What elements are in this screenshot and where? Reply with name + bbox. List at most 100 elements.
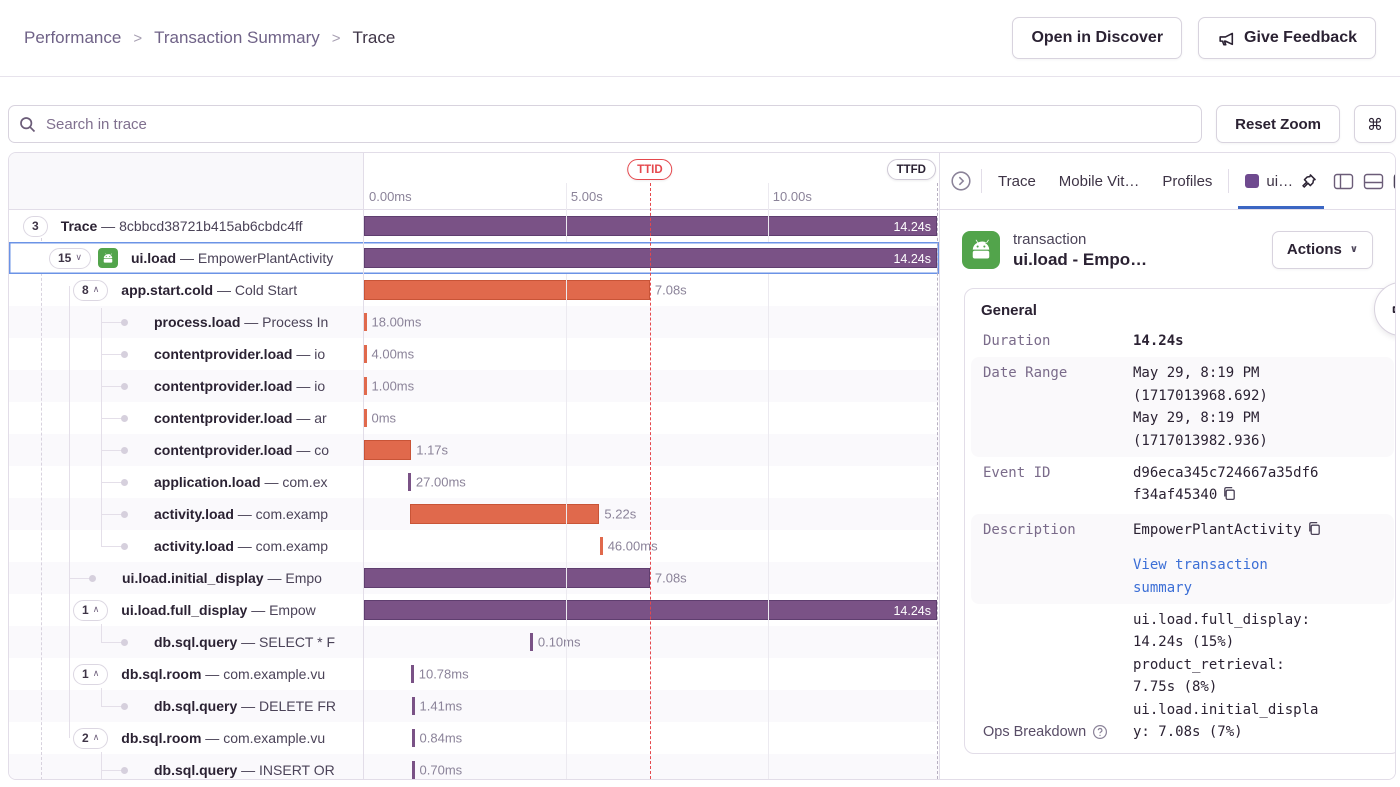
span-tree-cell[interactable]: db.sql.query — DELETE FR (9, 690, 364, 722)
help-icon[interactable] (1092, 724, 1108, 740)
child-count-badge[interactable]: 1∧ (73, 664, 108, 685)
span-timeline-cell[interactable]: 14.24s (364, 210, 939, 242)
span-bar-tick[interactable] (364, 345, 367, 363)
span-tree-cell[interactable]: contentprovider.load — io (9, 338, 364, 370)
reset-zoom-button[interactable]: Reset Zoom (1216, 105, 1340, 143)
actions-button[interactable]: Actions ∨ (1272, 231, 1373, 269)
tab-mobile-vitals[interactable]: Mobile Vit… (1052, 153, 1147, 209)
span-bar[interactable]: 14.24s (364, 600, 937, 620)
open-in-discover-button[interactable]: Open in Discover (1012, 17, 1182, 59)
span-timeline-cell[interactable]: 1.00ms (364, 370, 939, 402)
trace-row-activity-load[interactable]: activity.load — com.examp46.00ms (9, 530, 939, 562)
trace-row-ui-load[interactable]: 15∨ui.load — EmpowerPlantActivity14.24s (9, 242, 939, 274)
span-bar-tick[interactable] (364, 313, 367, 331)
span-bar[interactable]: 14.24s (364, 248, 937, 268)
span-bar[interactable] (364, 568, 650, 588)
span-bar-tick[interactable] (364, 377, 367, 395)
trace-row-db-sql-query[interactable]: db.sql.query — DELETE FR1.41ms (9, 690, 939, 722)
child-count-badge[interactable]: 2∧ (73, 728, 108, 749)
span-bar-tick[interactable] (412, 729, 415, 747)
layout-bottom-icon[interactable] (1363, 173, 1384, 190)
tab-active-span[interactable]: ui… (1238, 153, 1324, 209)
trace-row-application-load[interactable]: application.load — com.ex27.00ms (9, 466, 939, 498)
span-timeline-cell[interactable]: 4.00ms (364, 338, 939, 370)
layout-left-icon[interactable] (1333, 173, 1354, 190)
span-timeline-cell[interactable]: 14.24s (364, 242, 939, 274)
span-tree-cell[interactable]: db.sql.query — SELECT * F (9, 626, 364, 658)
trace-row-contentprovider-load[interactable]: contentprovider.load — ar0ms (9, 402, 939, 434)
search-input[interactable] (44, 115, 1191, 134)
breadcrumb-transaction-summary[interactable]: Transaction Summary (154, 28, 320, 48)
span-bar-tick[interactable] (412, 761, 415, 779)
copy-icon[interactable] (1307, 521, 1321, 543)
tab-trace[interactable]: Trace (991, 153, 1043, 209)
trace-row-db-sql-query[interactable]: db.sql.query — INSERT OR0.70ms (9, 754, 939, 779)
span-bar-tick[interactable] (364, 409, 367, 427)
span-timeline-cell[interactable]: 10.78ms (364, 658, 939, 690)
expand-panel-icon[interactable] (950, 170, 972, 192)
span-timeline-cell[interactable]: 0.84ms (364, 722, 939, 754)
give-feedback-button[interactable]: Give Feedback (1198, 17, 1376, 59)
trace-row-ui-load-full-display[interactable]: 1∧ui.load.full_display — Empow14.24s (9, 594, 939, 626)
span-bar-tick[interactable] (408, 473, 411, 491)
span-timeline-cell[interactable]: 0.10ms (364, 626, 939, 658)
trace-row-app-start-cold[interactable]: 8∧app.start.cold — Cold Start7.08s (9, 274, 939, 306)
child-count-badge[interactable]: 3 (23, 216, 48, 237)
span-tree-cell[interactable]: 2∧db.sql.room — com.example.vu (9, 722, 364, 754)
span-bar-tick[interactable] (411, 665, 414, 683)
span-tree-cell[interactable]: 1∧ui.load.full_display — Empow (9, 594, 364, 626)
trace-row-ui-load-initial-display[interactable]: ui.load.initial_display — Empo7.08s (9, 562, 939, 594)
span-tree-cell[interactable]: contentprovider.load — co (9, 434, 364, 466)
span-tree-cell[interactable]: process.load — Process In (9, 306, 364, 338)
trace-row-contentprovider-load[interactable]: contentprovider.load — io1.00ms (9, 370, 939, 402)
pin-icon[interactable] (1300, 173, 1317, 190)
span-timeline-cell[interactable]: 1.17s (364, 434, 939, 466)
breadcrumb-performance[interactable]: Performance (24, 28, 121, 48)
span-tree-cell[interactable]: activity.load — com.examp (9, 530, 364, 562)
span-timeline-cell[interactable]: 7.08s (364, 274, 939, 306)
trace-row-activity-load[interactable]: activity.load — com.examp5.22s (9, 498, 939, 530)
span-bar[interactable]: 14.24s (364, 216, 937, 236)
trace-row-db-sql-query[interactable]: db.sql.query — SELECT * F0.10ms (9, 626, 939, 658)
span-tree-cell[interactable]: 15∨ui.load — EmpowerPlantActivity (9, 242, 364, 274)
span-timeline-cell[interactable]: 14.24s (364, 594, 939, 626)
span-timeline-cell[interactable]: 0ms (364, 402, 939, 434)
span-bar-tick[interactable] (600, 537, 603, 555)
child-count-badge[interactable]: 8∧ (73, 280, 108, 301)
span-timeline-cell[interactable]: 27.00ms (364, 466, 939, 498)
span-timeline-cell[interactable]: 7.08s (364, 562, 939, 594)
trace-row-db-sql-room[interactable]: 1∧db.sql.room — com.example.vu10.78ms (9, 658, 939, 690)
span-tree-cell[interactable]: 8∧app.start.cold — Cold Start (9, 274, 364, 306)
span-timeline-cell[interactable]: 18.00ms (364, 306, 939, 338)
command-shortcut-button[interactable]: ⌘ (1354, 105, 1396, 143)
span-tree-cell[interactable]: 1∧db.sql.room — com.example.vu (9, 658, 364, 690)
span-tree-cell[interactable]: 3Trace — 8cbbcd38721b415ab6cbdc4ff (9, 210, 364, 242)
span-tree-cell[interactable]: activity.load — com.examp (9, 498, 364, 530)
span-timeline-cell[interactable]: 1.41ms (364, 690, 939, 722)
copy-icon[interactable] (1222, 486, 1236, 508)
view-transaction-summary-link[interactable]: View transaction summary (1133, 554, 1321, 599)
trace-row-contentprovider-load[interactable]: contentprovider.load — co1.17s (9, 434, 939, 466)
span-tree-cell[interactable]: ui.load.initial_display — Empo (9, 562, 364, 594)
trace-row-process-load[interactable]: process.load — Process In18.00ms (9, 306, 939, 338)
tab-profiles[interactable]: Profiles (1155, 153, 1219, 209)
span-tree-cell[interactable]: contentprovider.load — ar (9, 402, 364, 434)
timeline-axis[interactable]: 0.00ms5.00s10.00sTTIDTTFD (364, 153, 939, 209)
layout-right-icon[interactable] (1393, 173, 1395, 190)
span-timeline-cell[interactable]: 46.00ms (364, 530, 939, 562)
span-bar[interactable] (410, 504, 600, 524)
trace-row-trace[interactable]: 3Trace — 8cbbcd38721b415ab6cbdc4ff14.24s (9, 210, 939, 242)
child-count-badge[interactable]: 1∧ (73, 600, 108, 621)
trace-row-db-sql-room[interactable]: 2∧db.sql.room — com.example.vu0.84ms (9, 722, 939, 754)
span-bar[interactable] (364, 440, 411, 460)
span-timeline-cell[interactable]: 0.70ms (364, 754, 939, 779)
span-tree-cell[interactable]: application.load — com.ex (9, 466, 364, 498)
span-bar[interactable] (364, 280, 650, 300)
span-bar-tick[interactable] (412, 697, 415, 715)
span-tree-cell[interactable]: db.sql.query — INSERT OR (9, 754, 364, 779)
span-tree-cell[interactable]: contentprovider.load — io (9, 370, 364, 402)
span-timeline-cell[interactable]: 5.22s (364, 498, 939, 530)
trace-row-contentprovider-load[interactable]: contentprovider.load — io4.00ms (9, 338, 939, 370)
span-bar-tick[interactable] (530, 633, 533, 651)
child-count-badge[interactable]: 15∨ (49, 248, 91, 269)
